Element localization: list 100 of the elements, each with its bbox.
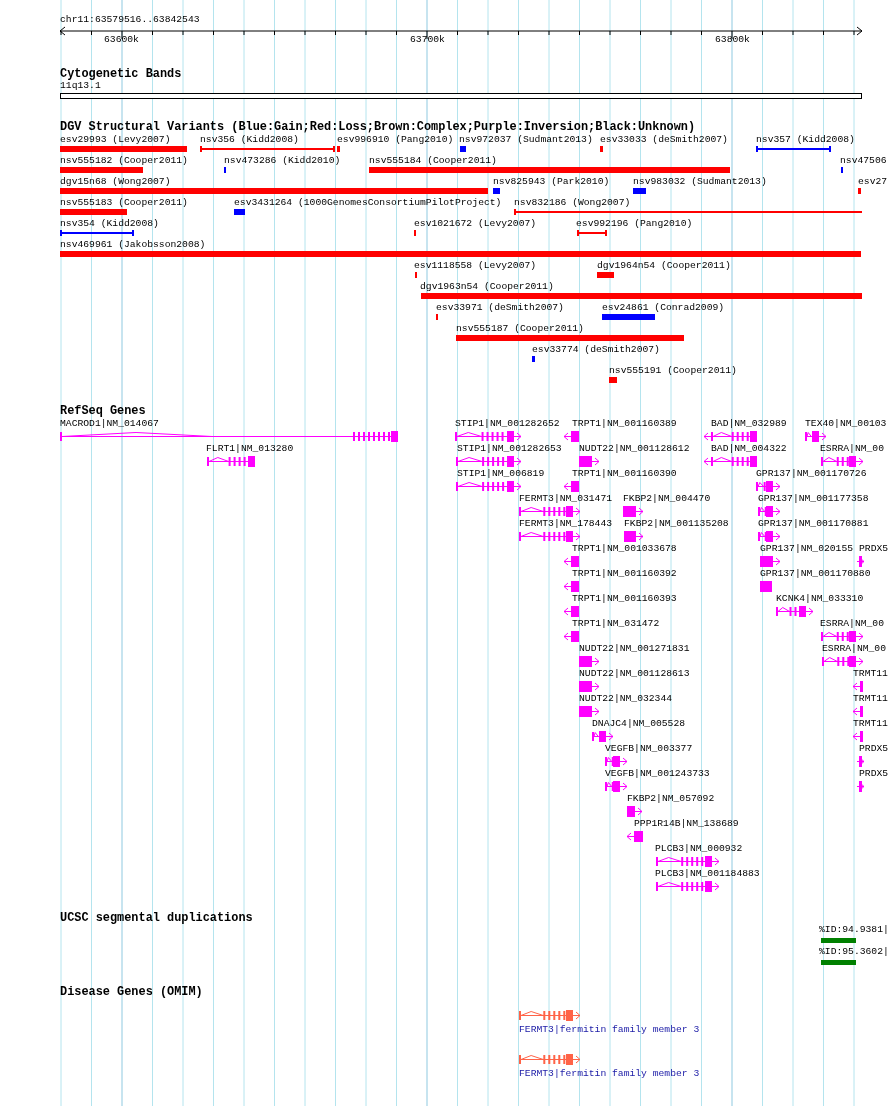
variant-label: nsv47506 [840, 155, 887, 167]
variant-span[interactable] [514, 209, 862, 215]
gene-label: VEGFB|NM_003377 [605, 743, 693, 755]
variant-label: dgv1963n54 (Cooper2011) [420, 281, 554, 293]
gene-label: BAD|NM_032989 [711, 418, 787, 430]
variant-span[interactable] [577, 230, 607, 236]
gene-model [579, 455, 599, 467]
gene-label: GPR137|NM_001177358 [758, 493, 869, 505]
variant-bar[interactable] [234, 209, 245, 215]
gene-label: FERMT3|NM_031471 [519, 493, 612, 505]
gene-model [760, 580, 772, 592]
variant-bar[interactable] [493, 188, 500, 194]
variant-label: nsv555184 (Cooper2011) [369, 155, 497, 167]
variant-bar[interactable] [460, 146, 466, 152]
gene-model [627, 805, 642, 817]
variant-label: nsv832186 (Wong2007) [514, 197, 631, 209]
tick-label: 63800k [715, 34, 750, 46]
track-title: UCSC segmental duplications [59, 912, 254, 924]
gene-model [579, 680, 599, 692]
gene-model [519, 505, 580, 517]
variant-bar[interactable] [337, 146, 340, 152]
variant-span[interactable] [756, 146, 831, 152]
variant-label: esv33033 (deSmith2007) [600, 134, 728, 146]
gene-label: TRPT1|NM_001160393 [572, 593, 677, 605]
duplication-bar[interactable] [821, 960, 856, 965]
gene-label: GPR137|NM_001170726 [756, 468, 867, 480]
gene-model [456, 455, 521, 467]
gene-label: TRMT11 [853, 693, 888, 705]
variant-span[interactable] [200, 146, 335, 152]
variant-bar[interactable] [456, 335, 684, 341]
gene-label: NUDT22|NM_001128612 [579, 443, 690, 455]
disease-gene-model [519, 1009, 580, 1021]
variant-label: nsv555187 (Cooper2011) [456, 323, 584, 335]
variant-bar[interactable] [858, 188, 861, 194]
variant-bar[interactable] [532, 356, 535, 362]
gene-label: VEGFB|NM_001243733 [605, 768, 710, 780]
gene-label: NUDT22|NM_001128613 [579, 668, 690, 680]
variant-span[interactable] [60, 230, 134, 236]
gene-label: PRDX5 [859, 768, 889, 780]
disease-gene-label[interactable]: FERMT3|fermitin family member 3 [519, 1024, 700, 1036]
gene-label: BAD|NM_004322 [711, 443, 787, 455]
gene-model [760, 555, 780, 567]
gene-label: ESRRA|NM_00 [822, 643, 886, 655]
gene-model [623, 505, 643, 517]
gene-label: GPR137|NM_001170881 [758, 518, 869, 530]
variant-bar[interactable] [60, 209, 127, 215]
variant-label: esv996910 (Pang2010) [337, 134, 454, 146]
gene-model [758, 530, 780, 542]
gene-label: NUDT22|NM_032344 [579, 693, 672, 705]
disease-gene-label[interactable]: FERMT3|fermitin family member 3 [519, 1068, 700, 1080]
variant-bar[interactable] [597, 272, 614, 278]
tick-label: 63600k [104, 34, 139, 46]
gene-model [656, 855, 719, 867]
gene-label: TRPT1|NM_031472 [572, 618, 660, 630]
gene-label: NUDT22|NM_001271831 [579, 643, 690, 655]
gene-label: STIP1|NM_001282653 [457, 443, 562, 455]
variant-label: esv24861 (Conrad2009) [602, 302, 725, 314]
gene-label: FERMT3|NM_178443 [519, 518, 612, 530]
gene-model [564, 580, 579, 592]
gene-model [859, 780, 864, 792]
track-title: RefSeq Genes [59, 405, 147, 417]
gene-model [853, 730, 860, 742]
variant-label: nsv357 (Kidd2008) [756, 134, 855, 146]
gene-label: PRDX5 [859, 543, 889, 555]
chromosome-band[interactable] [60, 93, 862, 100]
gene-model [805, 430, 826, 442]
variant-label: dgv1964n54 (Cooper2011) [597, 260, 731, 272]
gene-label: TRPT1|NM_001160389 [572, 418, 677, 430]
variant-bar[interactable] [60, 251, 861, 257]
gene-model [821, 630, 863, 642]
gene-model [859, 555, 864, 567]
band-label: 11q13.1 [60, 80, 101, 92]
variant-label: esv992196 (Pang2010) [576, 218, 693, 230]
gene-model [853, 680, 860, 692]
gene-label: TRMT11 [853, 718, 888, 730]
variant-label: esv1118558 (Levy2007) [414, 260, 537, 272]
gene-model [579, 655, 599, 667]
gene-model [579, 705, 599, 717]
duplication-bar[interactable] [821, 938, 856, 943]
gene-label: PLCB3|NM_000932 [655, 843, 743, 855]
gene-label: TRPT1|NM_001160390 [572, 468, 677, 480]
variant-bar[interactable] [633, 188, 646, 194]
variant-bar[interactable] [369, 167, 730, 173]
gene-model [704, 430, 757, 442]
variant-bar[interactable] [60, 146, 187, 152]
gene-label: ESRRA|NM_00 [820, 443, 884, 455]
variant-bar[interactable] [609, 377, 617, 383]
variant-bar[interactable] [421, 293, 862, 299]
gene-label: GPR137|NM_020155 [760, 543, 853, 555]
gene-label: PPP1R14B|NM_138689 [634, 818, 739, 830]
variant-bar[interactable] [600, 146, 603, 152]
variant-label: esv3431264 (1000GenomesConsortiumPilotProject) [234, 197, 502, 209]
variant-label: esv33774 (deSmith2007) [532, 344, 660, 356]
disease-gene-model [519, 1053, 580, 1065]
variant-bar[interactable] [602, 314, 655, 320]
gene-label: PRDX5 [859, 743, 889, 755]
gene-model [656, 880, 719, 892]
variant-bar[interactable] [60, 167, 143, 173]
variant-bar[interactable] [60, 188, 488, 194]
gene-model [756, 480, 780, 492]
